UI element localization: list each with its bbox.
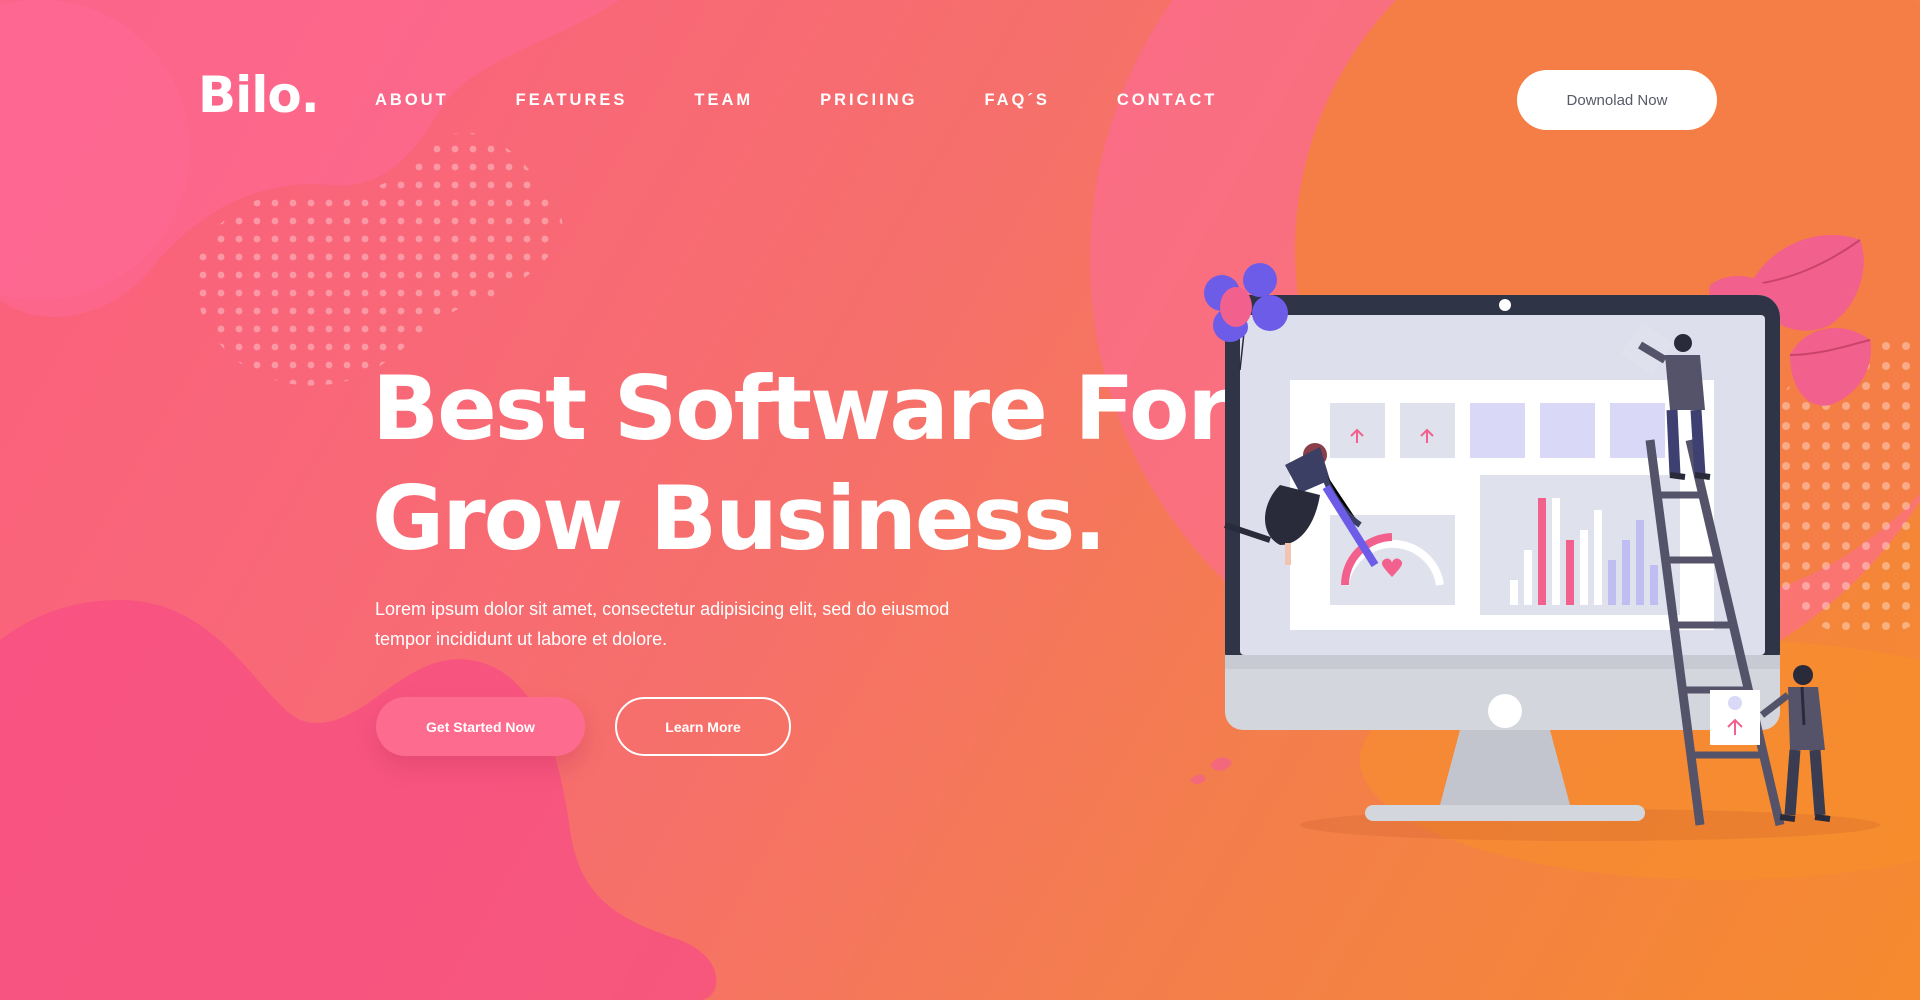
hero-headline: Best Software For Grow Business.	[372, 354, 1231, 574]
monitor-illustration	[1190, 235, 1880, 841]
nav-item-pricing[interactable]: PRICIING	[820, 88, 917, 112]
hero-section: Bilo. ABOUT FEATURES TEAM PRICIING FAQ´S…	[0, 0, 1920, 1000]
download-button[interactable]: Downolad Now	[1517, 70, 1717, 130]
nav-item-contact[interactable]: CONTACT	[1117, 88, 1217, 112]
brand-logo[interactable]: Bilo.	[198, 70, 320, 120]
learn-more-button[interactable]: Learn More	[615, 697, 791, 756]
get-started-button[interactable]: Get Started Now	[376, 697, 585, 756]
nav-item-team[interactable]: TEAM	[694, 88, 753, 112]
nav-item-about[interactable]: ABOUT	[375, 88, 449, 112]
bottom-left-blob	[0, 600, 717, 1000]
hero-subtext: Lorem ipsum dolor sit amet, consectetur …	[375, 599, 950, 649]
nav-item-faqs[interactable]: FAQ´S	[984, 88, 1049, 112]
hero-headline-line2: Grow Business.	[372, 467, 1107, 570]
nav-item-features[interactable]: FEATURES	[516, 88, 628, 112]
hero-headline-line1: Best Software For	[372, 357, 1231, 460]
main-nav: ABOUT FEATURES TEAM PRICIING FAQ´S CONTA…	[375, 88, 1284, 112]
